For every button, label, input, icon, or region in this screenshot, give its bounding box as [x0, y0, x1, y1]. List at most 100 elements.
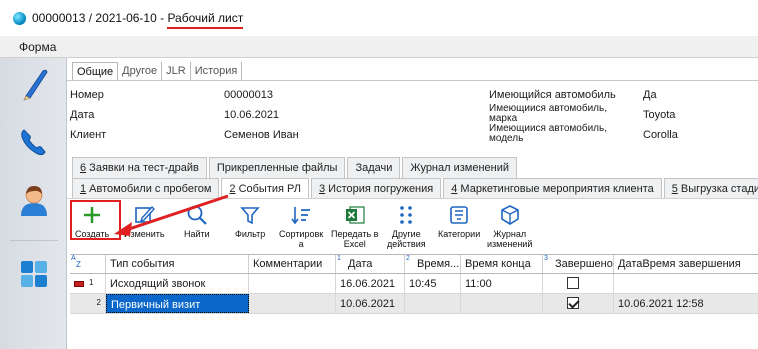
col-event-type[interactable]: Тип события [106, 255, 249, 273]
date-label: Дата [70, 109, 95, 121]
journal-button[interactable]: Журнал изменений [487, 203, 532, 249]
sidebar [0, 58, 67, 349]
col-time[interactable]: 2 Время... [405, 255, 461, 273]
filter-icon [238, 203, 262, 227]
col-time-end[interactable]: Время конца [461, 255, 543, 273]
tabs-row-top: 6 Заявки на тест-драйв Прикрепленные фай… [72, 157, 519, 178]
car-model-value: Corolla [643, 129, 678, 141]
tabs-row-bottom: 1 Автомобили с пробегом 2 События РЛ 3 И… [72, 178, 758, 199]
cell-done[interactable] [543, 274, 614, 293]
other-actions-label: Другие действия [387, 229, 426, 249]
phone-icon [21, 129, 46, 156]
cell-done[interactable] [543, 294, 614, 313]
title-bar: 00000013 / 2021-06-10 - Рабочий лист [0, 0, 758, 36]
cell-done-at[interactable]: 10.06.2021 12:58 [614, 294, 758, 313]
tab-used-cars[interactable]: 1 Автомобили с пробегом [72, 178, 220, 199]
sort-icon [289, 203, 313, 227]
sort-label: Сортировк а [279, 229, 324, 249]
other-actions-button[interactable]: Другие действия [387, 203, 426, 249]
filter-button[interactable]: Фильтр [235, 203, 265, 239]
sidebar-item-user[interactable] [17, 182, 51, 218]
categories-button[interactable]: Категории [438, 203, 480, 239]
grid-header: A Z Тип события Комментарии 1 Дата 2 Время… [70, 254, 758, 274]
tiles-icon [21, 261, 47, 287]
car-brand-value: Toyota [643, 109, 676, 121]
number-value: 00000013 [224, 89, 273, 101]
col-done[interactable]: 3 Завершено [543, 255, 614, 273]
col-done-at[interactable]: ДатаВремя завершения [614, 255, 758, 273]
create-button-highlight [70, 200, 121, 240]
tab-jlr[interactable]: JLR [162, 62, 191, 81]
table-row[interactable]: 2 Первичный визит 10.06.2021 10.06.2021 … [70, 294, 758, 314]
status-chip [74, 281, 84, 287]
edit-button[interactable]: Изменить [124, 203, 165, 239]
dots-grid-icon [394, 203, 418, 227]
cell-time-end[interactable] [461, 294, 543, 313]
journal-icon [498, 203, 522, 227]
cell-date[interactable]: 10.06.2021 [336, 294, 405, 313]
tab-tasks[interactable]: Задачи [347, 157, 401, 178]
app-icon [13, 11, 26, 25]
document-number: 00000013 / 2021-06-10 [32, 11, 157, 25]
sidebar-item-tiles[interactable] [17, 256, 51, 292]
car-brand-label: Имеющиися автомобиль, марка [489, 103, 607, 124]
tab-immersion-history[interactable]: 3 История погружения [310, 178, 442, 199]
pen-icon [23, 69, 48, 101]
user-icon [21, 186, 47, 216]
cell-date[interactable]: 16.06.2021 [336, 274, 405, 293]
tab-other[interactable]: Другое [118, 62, 163, 81]
has-car-value: Да [643, 89, 657, 101]
tab-attached-files[interactable]: Прикрепленные файлы [208, 157, 346, 178]
row-marker: 2 [70, 294, 106, 313]
client-value: Семенов Иван [224, 129, 299, 141]
done-checkbox[interactable] [567, 297, 579, 309]
sidebar-item-pen[interactable] [17, 66, 51, 102]
date-value: 10.06.2021 [224, 109, 280, 121]
excel-label: Передать в Excel [331, 229, 379, 249]
cell-event-type[interactable]: Первичный визит [106, 294, 249, 313]
tab-change-log[interactable]: Журнал изменений [402, 157, 518, 178]
edit-icon [132, 203, 156, 227]
col-date[interactable]: 1 Дата [336, 255, 405, 273]
categories-label: Категории [438, 229, 481, 239]
toolbar: Создать Изменить Найти Фильтр Сортировк а… [67, 198, 758, 254]
tab-export-stages[interactable]: 5 Выгрузка стади [663, 178, 758, 199]
sort-button[interactable]: Сортировк а [279, 203, 323, 249]
find-button[interactable]: Найти [184, 203, 210, 239]
tab-test-drive-requests[interactable]: 6 Заявки на тест-драйв [72, 157, 207, 178]
number-label: Номер [70, 89, 104, 101]
categories-icon [447, 203, 471, 227]
filter-label: Фильтр [235, 229, 266, 239]
edit-label: Изменить [124, 229, 165, 239]
search-icon [185, 203, 209, 227]
excel-icon [343, 203, 367, 227]
col-comments[interactable]: Комментарии [249, 255, 336, 273]
done-checkbox[interactable] [567, 277, 579, 289]
cell-comment[interactable] [249, 294, 336, 313]
sidebar-item-phone[interactable] [17, 124, 51, 160]
document-type: Рабочий лист [167, 11, 244, 29]
title-separator: - [156, 11, 168, 25]
cell-event-type[interactable]: Исходящий звонок [106, 274, 249, 293]
events-grid: A Z Тип события Комментарии 1 Дата 2 Время… [70, 254, 758, 314]
row-marker: 1 [70, 274, 106, 293]
has-car-label: Имеющийся автомобиль [489, 89, 616, 101]
form-tabs: Общие Другое JLR История [72, 62, 243, 81]
journal-label: Журнал изменений [487, 229, 533, 249]
table-row[interactable]: 1 Исходящий звонок 16.06.2021 10:45 11:0… [70, 274, 758, 294]
tab-rl-events[interactable]: 2 События РЛ [221, 178, 309, 199]
cell-time[interactable]: 10:45 [405, 274, 461, 293]
excel-button[interactable]: Передать в Excel [331, 203, 378, 249]
cell-done-at[interactable] [614, 274, 758, 293]
cell-time-end[interactable]: 11:00 [461, 274, 543, 293]
find-label: Найти [184, 229, 210, 239]
menu-form[interactable]: Форма [19, 40, 56, 54]
menu-bar: Форма [0, 36, 758, 58]
tab-marketing-events[interactable]: 4 Маркетинговые мероприятия клиента [443, 178, 662, 199]
cell-time[interactable] [405, 294, 461, 313]
client-label: Клиент [70, 129, 107, 141]
cell-comment[interactable] [249, 274, 336, 293]
row-number-header[interactable]: A Z [70, 255, 106, 273]
tab-general[interactable]: Общие [72, 62, 119, 81]
tab-history[interactable]: История [191, 62, 243, 81]
